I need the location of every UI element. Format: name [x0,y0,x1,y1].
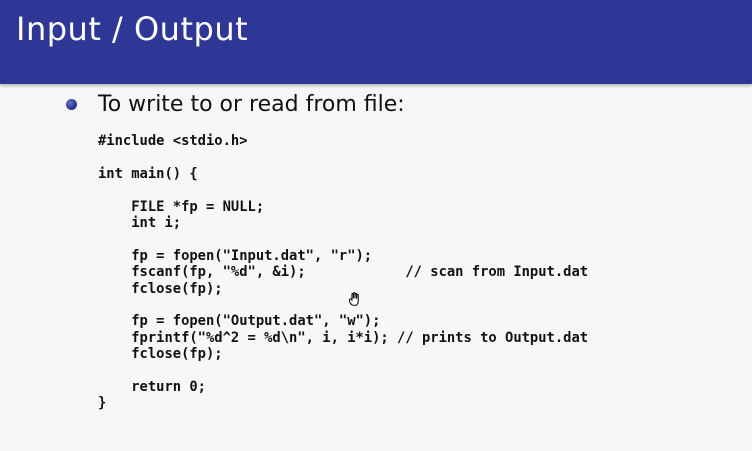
hand-cursor-icon [348,292,359,306]
code-line: int main() { [98,165,198,182]
code-line: fscanf(fp, "%d", &i); // scan from Input… [98,264,589,281]
bullet-item: To write to or read from file: [66,88,405,120]
code-line: fprintf("%d^2 = %d\n", i, i*i); // print… [98,329,589,346]
code-line: } [98,395,107,412]
slide: Input / Output To write to or read from … [0,0,752,451]
title-bar: Input / Output [0,0,752,84]
code-line: FILE *fp = NULL; [98,198,265,215]
code-line: #include <stdio.h> [98,133,248,149]
code-line: fclose(fp); [98,280,223,297]
code-line: fp = fopen("Output.dat", "w"); [98,313,381,330]
bullet-dot-icon [66,98,77,110]
code-line: return 0; [98,378,206,395]
code-line: fp = fopen("Input.dat", "r"); [98,247,373,264]
bullet-text: To write to or read from file: [98,91,405,117]
code-block: #include <stdio.h> int main() { FILE *fp … [98,133,588,412]
code-line: fclose(fp); [98,346,223,363]
slide-title: Input / Output [16,10,249,48]
code-line: int i; [98,214,182,231]
